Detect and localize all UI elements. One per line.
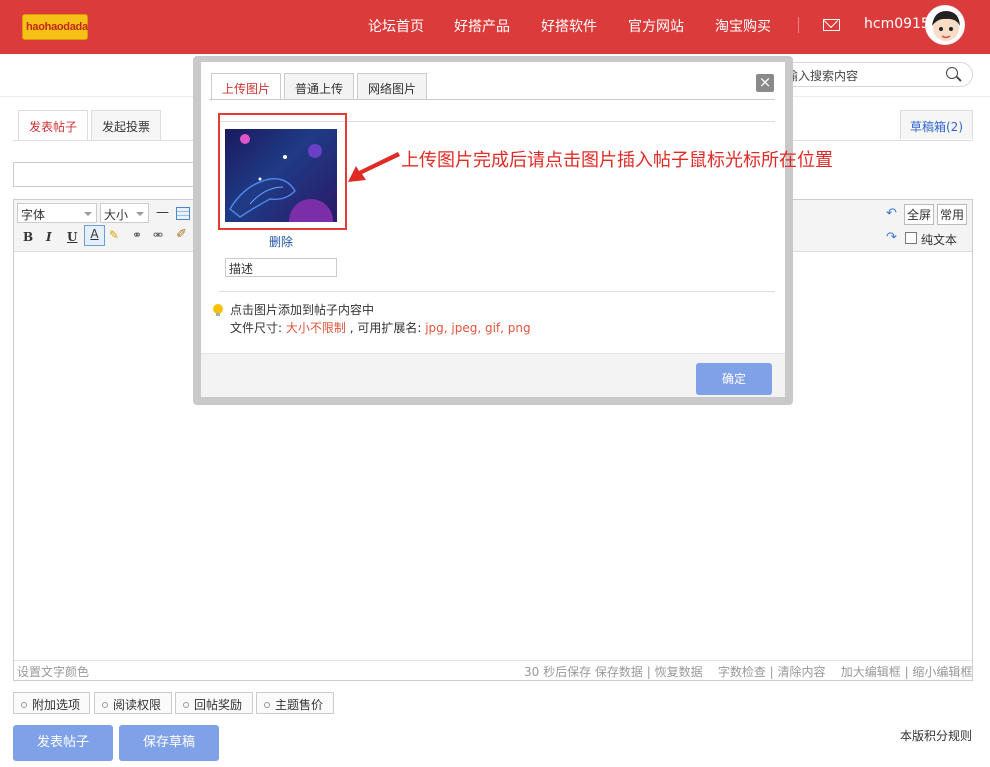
- option-read-permission[interactable]: 阅读权限: [94, 692, 172, 714]
- lightbulb-icon: [213, 304, 223, 316]
- uploaded-image-thumbnail[interactable]: [225, 129, 337, 222]
- site-logo[interactable]: haohaodada: [22, 14, 88, 40]
- plain-text-checkbox[interactable]: [905, 232, 917, 244]
- nav-divider: [798, 17, 799, 33]
- search-icon[interactable]: [946, 67, 958, 79]
- link-icon[interactable]: ⚭: [132, 228, 142, 242]
- table-icon[interactable]: [176, 207, 190, 220]
- font-family-select[interactable]: 字体: [17, 203, 97, 223]
- horizontal-rule-icon[interactable]: —: [156, 205, 169, 220]
- option-reply-reward[interactable]: 回帖奖励: [175, 692, 253, 714]
- redo-icon[interactable]: ↷: [886, 230, 897, 245]
- tip-file-info: 文件尺寸: 大小不限制 , 可用扩展名: jpg, jpeg, gif, png: [230, 321, 531, 335]
- annotation-arrow-icon: [348, 152, 400, 182]
- plain-text-label: 纯文本: [921, 233, 958, 247]
- save-draft-button[interactable]: 保存草稿: [119, 725, 219, 761]
- tab-post-thread[interactable]: 发表帖子: [18, 110, 89, 141]
- status-text-color: 设置文字颜色: [17, 665, 90, 679]
- annotation-text: 上传图片完成后请点击图片插入帖子鼠标光标所在位置: [401, 150, 833, 171]
- status-actions[interactable]: 30 秒后保存 保存数据 | 恢复数据 字数检查 | 清除内容 加大编辑框 | …: [524, 663, 972, 680]
- chevron-down-icon: [84, 212, 92, 220]
- nav-taobao[interactable]: 淘宝购买: [715, 16, 771, 36]
- publish-button[interactable]: 发表帖子: [13, 725, 113, 761]
- font-size-select[interactable]: 大小: [100, 203, 149, 223]
- avatar[interactable]: [925, 5, 965, 45]
- confirm-button[interactable]: 确定: [696, 363, 772, 395]
- nav-products[interactable]: 好搭产品: [454, 16, 510, 36]
- delete-image-link[interactable]: 删除: [269, 233, 293, 250]
- tab-normal-upload[interactable]: 普通上传: [284, 73, 355, 100]
- close-icon[interactable]: ×: [756, 74, 774, 92]
- fullscreen-button[interactable]: 全屏: [904, 204, 935, 225]
- tab-web-image[interactable]: 网络图片: [357, 73, 428, 100]
- common-button[interactable]: 常用: [937, 204, 968, 225]
- search-input[interactable]: 输入搜索内容: [786, 67, 858, 84]
- draft-box-tab[interactable]: 草稿箱(2): [900, 110, 973, 139]
- image-description-input[interactable]: 描述: [225, 258, 337, 277]
- tip-click-image: 点击图片添加到帖子内容中: [230, 303, 375, 317]
- nav-official-site[interactable]: 官方网站: [628, 16, 684, 36]
- divider: [219, 291, 775, 292]
- chevron-down-icon: [136, 212, 144, 220]
- clear-format-icon[interactable]: ✐: [176, 227, 187, 242]
- username[interactable]: hcm0915: [864, 16, 930, 32]
- points-rules-link[interactable]: 本版积分规则: [900, 727, 972, 744]
- mail-icon[interactable]: [823, 19, 840, 31]
- bold-icon[interactable]: B: [23, 230, 33, 244]
- text-color-icon[interactable]: A: [84, 225, 105, 246]
- nav-forum-home[interactable]: 论坛首页: [368, 16, 424, 36]
- unlink-icon[interactable]: ⚮: [153, 228, 163, 242]
- dialog-tab-divider: [209, 99, 775, 100]
- highlight-icon[interactable]: ✎: [109, 228, 119, 242]
- tab-upload-image[interactable]: 上传图片: [211, 73, 282, 101]
- underline-icon[interactable]: U: [67, 230, 77, 244]
- option-thread-price[interactable]: 主题售价: [256, 692, 334, 714]
- italic-icon[interactable]: I: [46, 230, 52, 244]
- title-input[interactable]: [13, 162, 203, 187]
- undo-icon[interactable]: ↶: [886, 206, 897, 221]
- nav-software[interactable]: 好搭软件: [541, 16, 597, 36]
- option-extra[interactable]: 附加选项: [13, 692, 90, 714]
- tab-start-poll[interactable]: 发起投票: [91, 110, 162, 140]
